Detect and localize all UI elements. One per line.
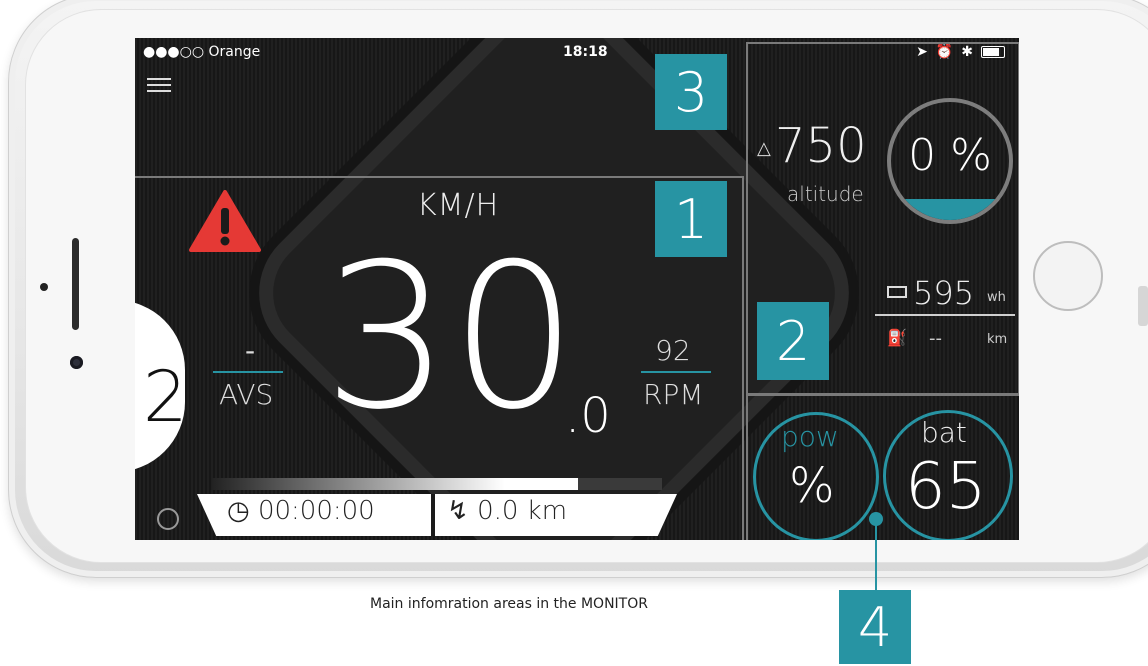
monitor-screen: ●●●○○ Orange 18:18 ➤ ⏰ ✱ 3 1 2 KM/H 30 .… [135, 38, 1019, 540]
battery-value: 65 [905, 450, 987, 524]
rpm-divider [641, 371, 711, 373]
trip-distance: ↯ 0.0 km [447, 496, 567, 526]
power-value: % [789, 458, 835, 514]
grade-gauge: 0 % [887, 98, 1013, 224]
speaker-grille [72, 238, 79, 330]
status-time: 18:18 [563, 44, 608, 60]
power-label: pow [781, 420, 839, 453]
trip-divider [431, 494, 435, 536]
grade-gauge-fill [891, 198, 1009, 220]
side-button[interactable] [1138, 286, 1148, 326]
battery-label: bat [921, 416, 967, 449]
grade-value: 0 % [908, 130, 992, 181]
avs-divider [213, 371, 283, 373]
gear-value: 2 [143, 356, 188, 438]
area-4-badge: 4 [839, 590, 911, 664]
speed-value: 30 [323, 221, 578, 454]
area-4-callout-line [875, 516, 877, 590]
area-2-badge: 2 [757, 302, 829, 380]
warning-icon[interactable] [189, 190, 261, 252]
area-1-badge: 1 [655, 181, 727, 257]
status-carrier: ●●●○○ Orange [143, 44, 261, 60]
rpm-label: RPM [643, 378, 704, 411]
altitude-label: altitude [787, 182, 864, 206]
distance-icon: ↯ [447, 496, 469, 526]
energy-unit: wh [987, 290, 1006, 305]
energy-divider [875, 314, 1015, 316]
clock-icon: ◷ [227, 496, 250, 526]
mountain-icon: △ [757, 138, 771, 159]
rpm-value: 92 [655, 334, 691, 367]
speed-unit-label: KM/H [417, 188, 500, 223]
home-button[interactable] [1033, 241, 1103, 311]
menu-icon[interactable] [147, 74, 171, 96]
avs-label: AVS [219, 378, 274, 411]
altitude-value: 750 [775, 118, 867, 174]
battery-energy-icon [887, 286, 907, 298]
trip-distance-value: 0.0 km [477, 496, 568, 526]
range-value: -- [929, 328, 942, 349]
figure-caption: Main infomration areas in the MONITOR [370, 596, 648, 612]
progress-fill [212, 478, 578, 490]
speed-decimal: .0 [565, 388, 611, 444]
energy-value: 595 [913, 274, 975, 312]
front-camera [70, 356, 83, 369]
avs-value: - [245, 334, 256, 367]
trip-time-value: 00:00:00 [257, 496, 375, 526]
sensor-signal-icon[interactable] [157, 508, 179, 530]
area-3-badge: 3 [655, 54, 727, 130]
range-icon: ⛽ [887, 328, 907, 347]
range-unit: km [987, 332, 1008, 347]
proximity-sensor [40, 283, 48, 291]
trip-time: ◷ 00:00:00 [227, 496, 375, 526]
